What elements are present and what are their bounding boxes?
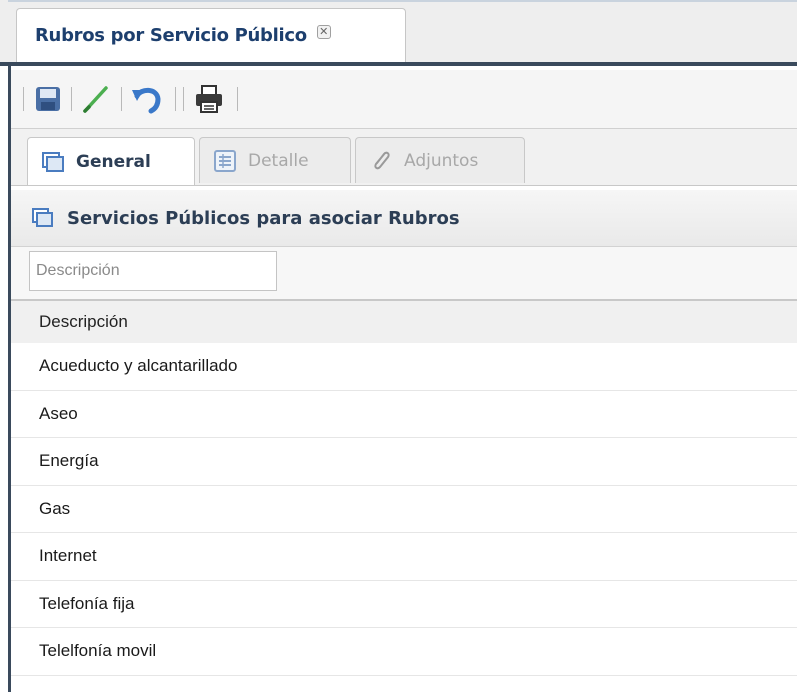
tab-label: Detalle bbox=[248, 150, 309, 171]
table-row[interactable]: Telefonía fija bbox=[11, 580, 797, 628]
toolbar-separator bbox=[121, 87, 122, 111]
toolbar-separator bbox=[23, 87, 24, 111]
section-title: Servicios Públicos para asociar Rubros bbox=[67, 207, 460, 229]
undo-button[interactable] bbox=[131, 84, 161, 114]
table-cell: Energía bbox=[39, 451, 99, 471]
tab-general[interactable]: General bbox=[27, 137, 195, 185]
printer-icon bbox=[196, 85, 222, 113]
section-header: Servicios Públicos para asociar Rubros bbox=[11, 190, 797, 247]
table-row[interactable]: Internet bbox=[11, 533, 797, 581]
save-button[interactable] bbox=[33, 84, 63, 114]
table-cell: Internet bbox=[39, 546, 97, 566]
window-tab-title: Rubros por Servicio Público bbox=[35, 25, 307, 46]
window-icon bbox=[32, 208, 53, 227]
description-filter-input[interactable] bbox=[29, 251, 277, 291]
table-row[interactable]: Acueducto y alcantarillado bbox=[11, 343, 797, 391]
filter-row bbox=[11, 247, 797, 301]
table-row[interactable]: Telelfonía movil bbox=[11, 628, 797, 676]
paperclip-icon bbox=[374, 151, 390, 169]
tab-detalle[interactable]: Detalle bbox=[199, 137, 351, 183]
edit-button[interactable] bbox=[81, 84, 111, 114]
print-button[interactable] bbox=[193, 84, 223, 114]
table-row[interactable]: Energía bbox=[11, 438, 797, 486]
tab-bar: General Detalle Adjuntos bbox=[11, 129, 797, 186]
grid-body: Acueducto y alcantarillado Aseo Energía … bbox=[11, 343, 797, 676]
app-window: Rubros por Servicio Público ✕ General De… bbox=[0, 0, 797, 692]
pencil-icon bbox=[83, 86, 108, 113]
table-cell: Acueducto y alcantarillado bbox=[39, 356, 238, 376]
table-row[interactable]: Aseo bbox=[11, 390, 797, 438]
toolbar bbox=[11, 70, 797, 129]
grid-header: Descripción bbox=[11, 301, 797, 344]
toolbar-separator bbox=[175, 87, 176, 111]
save-icon bbox=[36, 87, 60, 111]
window-tabstrip: Rubros por Servicio Público ✕ bbox=[0, 0, 797, 66]
tab-label: Adjuntos bbox=[404, 150, 479, 171]
toolbar-separator bbox=[71, 87, 72, 111]
tabstrip-topline bbox=[8, 0, 797, 2]
table-row[interactable]: Gas bbox=[11, 485, 797, 533]
table-cell: Aseo bbox=[39, 403, 78, 423]
window-icon bbox=[42, 151, 64, 172]
detail-icon bbox=[214, 149, 236, 172]
toolbar-separator bbox=[183, 87, 184, 111]
column-header-descripcion[interactable]: Descripción bbox=[39, 312, 128, 332]
tab-adjuntos[interactable]: Adjuntos bbox=[355, 137, 525, 183]
toolbar-separator bbox=[237, 87, 238, 111]
tab-label: General bbox=[76, 151, 151, 172]
close-icon[interactable]: ✕ bbox=[316, 24, 331, 39]
table-cell: Telefonía fija bbox=[39, 593, 135, 613]
window-tab[interactable]: Rubros por Servicio Público ✕ bbox=[16, 8, 406, 62]
undo-icon bbox=[132, 87, 161, 114]
table-cell: Telelfonía movil bbox=[39, 641, 157, 661]
table-cell: Gas bbox=[39, 498, 71, 518]
